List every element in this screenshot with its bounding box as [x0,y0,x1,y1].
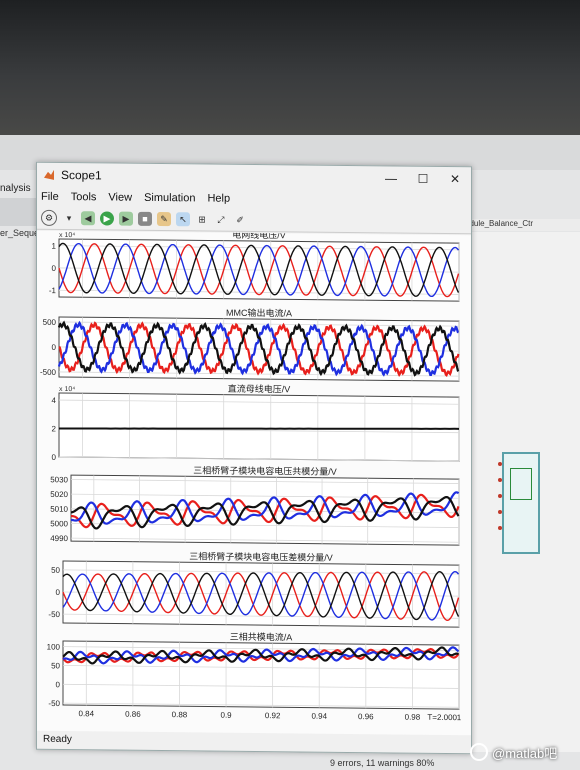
block-inner-icon [510,468,532,500]
y-tick-label: 50 [51,661,60,670]
status-bar: Ready [43,733,72,746]
scope-window: Scope1 — ☐ ✕ File Tools View Simulation … [36,161,472,755]
menu-help[interactable]: Help [207,193,230,205]
tieba-logo-icon [470,743,488,761]
background-model-block[interactable] [502,452,540,554]
y-tick-label: 2 [52,424,57,433]
axis-exponent: x 10⁴ [59,386,75,393]
y-tick-label: 1 [52,242,57,251]
run-icon[interactable]: ▶ [100,211,114,226]
y-tick-label: 0 [56,588,61,597]
menu-tools[interactable]: Tools [71,191,97,203]
matlab-logo-icon [44,169,54,180]
y-tick-label: 0 [52,264,57,273]
y-tick-label: 0 [56,680,61,689]
y-tick-label: 4 [52,396,57,405]
dropdown-icon[interactable]: ▾ [62,211,76,225]
watermark: @matlab吧 [470,743,557,762]
pointer-icon[interactable]: ↖ [176,212,190,227]
y-tick-label: 5030 [50,475,68,484]
y-tick-label: -50 [48,610,60,619]
block-port [498,462,502,466]
maximize-button[interactable]: ☐ [407,172,439,186]
plot-title: 直流母线电压/V [228,383,291,395]
x-tick-label: 0.96 [358,712,374,721]
x-tick-label: 0.84 [79,709,95,718]
y-tick-label: -500 [40,368,57,377]
monitor-bezel [0,0,580,140]
y-tick-label: 100 [47,642,61,651]
time-label: T=2.000 [427,713,457,722]
menu-view[interactable]: View [108,191,132,203]
x-tick-label: 0.94 [311,712,327,721]
window-title: Scope1 [61,167,102,183]
stop-icon[interactable]: ■ [138,211,152,226]
plot-frame [58,392,460,462]
x-tick-label: 0.88 [172,710,188,719]
y-tick-label: 0 [52,453,57,462]
plots-svg: 电网线电压/Vx 10⁴10-1MMC输出电流/A5000-500直流母线电压/… [40,229,462,722]
step-back-icon[interactable]: ◀ [81,211,95,226]
step-forward-icon[interactable]: ▶ [119,211,133,226]
block-port [498,526,502,530]
autoscale-icon[interactable]: ⤢ [214,213,228,227]
block-port [498,494,502,498]
y-tick-label: 4990 [50,534,68,543]
background-toolbar [0,198,40,226]
x-tick-label: 0.92 [265,711,281,720]
x-tick-label: 0.9 [220,711,232,720]
y-tick-label: -50 [48,699,60,708]
plot-title: 三相桥臂子模块电容电压差模分量/V [189,550,333,563]
background-tab-left[interactable]: er_Seque [0,228,40,238]
plot-title: MMC输出电流/A [226,307,292,319]
zoom-icon[interactable]: ⊞ [195,212,209,226]
plot-title: 三相桥臂子模块电容电压共模分量/V [193,464,337,477]
minimize-button[interactable]: — [375,171,407,185]
menu-simulation[interactable]: Simulation [144,192,195,205]
highlight-icon[interactable]: ✎ [157,211,171,227]
cursor-measure-icon[interactable]: ✐ [233,213,247,227]
y-tick-label: 5000 [50,519,68,528]
background-status: 9 errors, 11 warnings 80% [330,758,435,768]
y-tick-label: 500 [43,318,57,327]
menu-file[interactable]: File [41,191,59,203]
y-tick-label: -1 [49,286,57,295]
y-tick-label: 50 [51,566,60,575]
block-port [498,478,502,482]
y-tick-label: 5010 [50,505,68,514]
plot-area: 电网线电压/V x 10⁴ 1 0 -1 MMC输出电流/A 500 0 -500 直流母线电压/… [37,229,471,736]
x-tick-label: 0.86 [125,710,141,719]
axis-exponent: x 10⁴ [59,232,75,239]
scope-toolbar: ⚙ ▾ ◀ ▶ ▶ ■ ✎ ↖ ⊞ ⤢ ✐ [37,206,471,235]
y-tick-label: 0 [52,343,57,352]
settings-icon[interactable]: ⚙ [41,209,57,226]
y-tick-label: 5020 [50,490,68,499]
x-tick-label: 1 [457,713,462,722]
close-button[interactable]: ✕ [439,172,471,186]
plot-title: 三相共模电流/A [230,631,293,643]
x-tick-label: 0.98 [405,713,421,722]
background-tab-right[interactable]: odule_Balance_Ctr [462,219,580,231]
watermark-text: @matlab吧 [492,746,558,761]
background-menu-fragment: nalysis [0,183,31,194]
block-port [498,510,502,514]
